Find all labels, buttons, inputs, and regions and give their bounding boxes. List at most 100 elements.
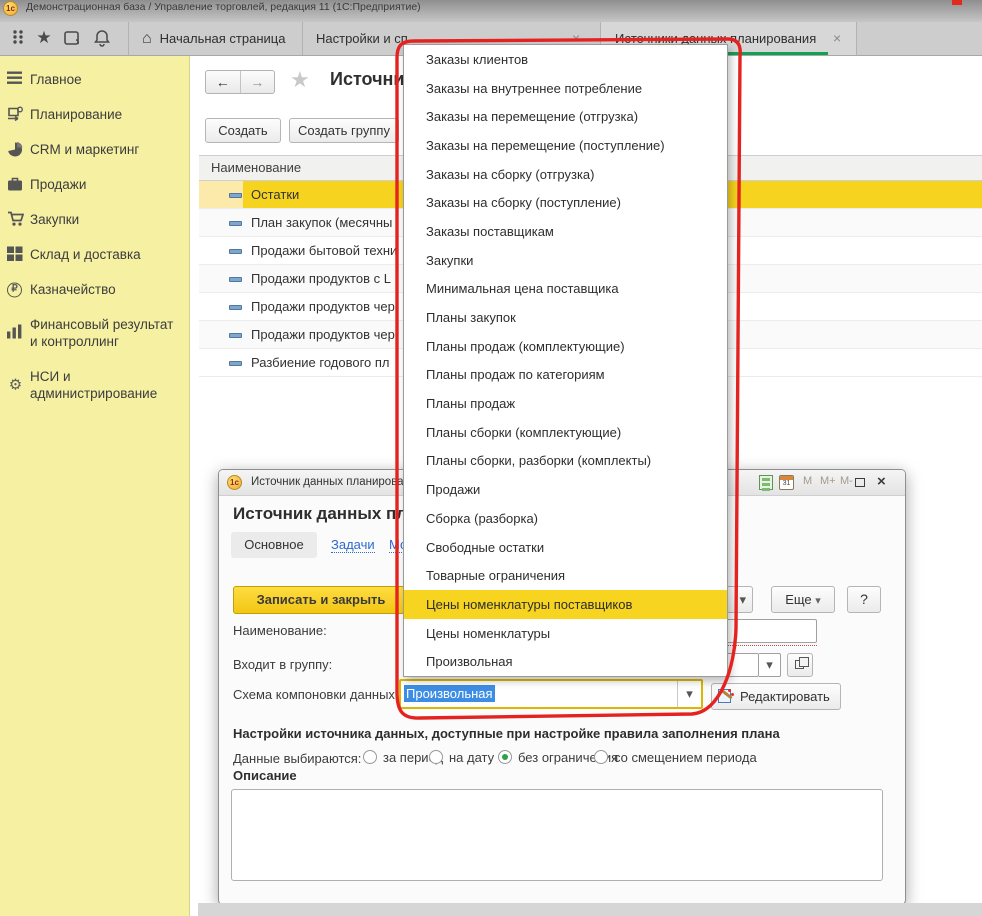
dropdown-item[interactable]: Планы закупок xyxy=(404,303,727,332)
sidebar-item-planning[interactable]: Планирование xyxy=(0,97,189,132)
calculator-icon[interactable] xyxy=(759,475,773,490)
app-titlebar: 1с Демонстрационная база / Управление то… xyxy=(0,0,982,22)
sidebar-item-crm[interactable]: CRM и маркетинг xyxy=(0,132,189,167)
dropdown-item[interactable]: Закупки xyxy=(404,246,727,275)
dialog-1c-icon: 1с xyxy=(227,475,242,490)
item-dash-icon xyxy=(229,361,242,366)
toolbar-separator xyxy=(128,22,129,55)
item-dash-icon xyxy=(229,305,242,310)
favorites-star-icon[interactable]: ★ xyxy=(34,28,54,48)
memory-m-button[interactable]: М xyxy=(803,475,812,487)
dropdown-item[interactable]: Заказы на перемещение (отгрузка) xyxy=(404,102,727,131)
radio-za-period[interactable] xyxy=(363,750,377,764)
sidebar-item-sales[interactable]: Продажи xyxy=(0,167,189,202)
group-open-button[interactable] xyxy=(787,653,813,677)
main-menu-dots-icon[interactable] xyxy=(8,28,28,48)
cart-icon xyxy=(7,211,24,228)
edit-schema-button[interactable]: Редактировать xyxy=(711,683,841,710)
memory-mplus-button[interactable]: М+ xyxy=(820,475,836,487)
radio-so-smeshcheniem[interactable] xyxy=(594,750,608,764)
radio-so-smeshcheniem-label[interactable]: со смещением периода xyxy=(614,750,757,765)
home-icon: ⌂ xyxy=(142,30,152,47)
description-label: Описание xyxy=(233,768,297,783)
dropdown-item[interactable]: Планы продаж по категориям xyxy=(404,361,727,390)
sidebar-item-treasury[interactable]: ₽ Казначейство xyxy=(0,272,189,307)
dropdown-item[interactable]: Свободные остатки xyxy=(404,533,727,562)
memory-mminus-button[interactable]: М- xyxy=(840,475,853,487)
sidebar: Главное Планирование CRM и маркетинг Про… xyxy=(0,56,190,916)
help-button[interactable]: ? xyxy=(847,586,881,613)
item-dash-icon xyxy=(229,249,242,254)
dropdown-item[interactable]: Планы сборки, разборки (комплекты) xyxy=(404,447,727,476)
sidebar-item-purchases[interactable]: Закупки xyxy=(0,202,189,237)
dropdown-item[interactable]: Планы продаж xyxy=(404,389,727,418)
more-button[interactable]: Еще ▾ xyxy=(771,586,835,613)
pie-chart-icon xyxy=(7,141,24,158)
open-form-icon xyxy=(795,660,804,669)
window-bottom-strip xyxy=(198,903,982,916)
schema-label: Схема компоновки данных: xyxy=(233,687,399,702)
nav-history-buttons: ← → xyxy=(205,70,275,94)
item-dash-icon xyxy=(229,193,242,198)
sidebar-item-nsi-admin[interactable]: ⚙ НСИ и администрирование xyxy=(0,359,189,411)
dropdown-item[interactable]: Заказы на сборку (поступление) xyxy=(404,188,727,217)
combobox-arrow-button[interactable]: ▾ xyxy=(677,681,701,707)
save-and-close-button[interactable]: Записать и закрыть xyxy=(233,586,409,614)
dropdown-item[interactable]: Заказы на сборку (отгрузка) xyxy=(404,160,727,189)
sidebar-item-warehouse[interactable]: Склад и доставка xyxy=(0,237,189,272)
back-button[interactable]: ← xyxy=(206,71,241,93)
chevron-down-icon: ▾ xyxy=(686,686,693,701)
radio-na-datu-label[interactable]: на дату xyxy=(449,750,494,765)
gear-icon: ⚙ xyxy=(7,377,24,394)
history-icon[interactable] xyxy=(62,28,82,48)
tab-home[interactable]: ⌂Начальная страница xyxy=(142,22,300,55)
dropdown-item[interactable]: Произвольная xyxy=(404,647,727,676)
create-group-button[interactable]: Создать группу xyxy=(289,118,399,143)
app-logo-icon: 1с xyxy=(3,1,18,16)
dialog-maximize-icon[interactable] xyxy=(855,478,865,487)
dropdown-item[interactable]: Планы сборки (комплектующие) xyxy=(404,418,727,447)
sidebar-item-finresult[interactable]: Финансовый результат и контроллинг xyxy=(0,307,189,359)
dropdown-item[interactable]: Продажи xyxy=(404,475,727,504)
dropdown-item[interactable]: Сборка (разборка) xyxy=(404,504,727,533)
item-dash-icon xyxy=(229,221,242,226)
menu-icon xyxy=(7,71,24,88)
chevron-down-icon: ▾ xyxy=(766,657,773,672)
dropdown-item[interactable]: Минимальная цена поставщика xyxy=(404,275,727,304)
dialog-tab-tasks[interactable]: Задачи xyxy=(331,537,375,553)
planning-icon xyxy=(7,106,24,123)
calendar-icon[interactable]: 31 xyxy=(779,475,794,490)
notifications-bell-icon[interactable] xyxy=(92,28,112,48)
warehouse-grid-icon xyxy=(7,246,24,263)
forward-button[interactable]: → xyxy=(241,71,275,93)
edit-wand-icon xyxy=(718,689,734,705)
chevron-down-icon: ▾ xyxy=(739,592,746,607)
schema-combobox[interactable]: Произвольная ▾ xyxy=(399,679,703,709)
favorite-star-icon[interactable]: ★ xyxy=(290,67,310,93)
tab-sources-close-icon[interactable]: × xyxy=(833,22,841,55)
dropdown-item[interactable]: Цены номенклатуры xyxy=(404,619,727,648)
dropdown-item[interactable]: Заказы поставщикам xyxy=(404,217,727,246)
chevron-down-icon: ▾ xyxy=(815,595,821,607)
item-dash-icon xyxy=(229,333,242,338)
dropdown-item[interactable]: Заказы на внутреннее потребление xyxy=(404,74,727,103)
ruble-coin-icon: ₽ xyxy=(7,282,22,297)
dropdown-item[interactable]: Планы продаж (комплектующие) xyxy=(404,332,727,361)
dialog-close-icon[interactable]: × xyxy=(877,473,886,490)
create-button[interactable]: Создать xyxy=(205,118,281,143)
dialog-tab-main[interactable]: Основное xyxy=(231,532,317,558)
dropdown-item[interactable]: Заказы на перемещение (поступление) xyxy=(404,131,727,160)
app-window-title: Демонстрационная база / Управление торго… xyxy=(26,1,421,13)
dropdown-item-highlighted[interactable]: Цены номенклатуры поставщиков xyxy=(404,590,727,619)
radio-bez-ogranicheniya[interactable] xyxy=(498,750,512,764)
app-close-button[interactable] xyxy=(952,0,962,5)
dropdown-item[interactable]: Товарные ограничения xyxy=(404,561,727,590)
group-dropdown-button[interactable]: ▾ xyxy=(759,653,781,677)
schema-dropdown-list: Заказы клиентов Заказы на внутреннее пот… xyxy=(403,44,728,677)
name-label: Наименование: xyxy=(233,623,327,638)
sidebar-item-main[interactable]: Главное xyxy=(0,62,189,97)
toolbar-separator xyxy=(856,22,857,55)
description-textarea[interactable] xyxy=(231,789,883,881)
dropdown-item[interactable]: Заказы клиентов xyxy=(404,45,727,74)
radio-na-datu[interactable] xyxy=(429,750,443,764)
